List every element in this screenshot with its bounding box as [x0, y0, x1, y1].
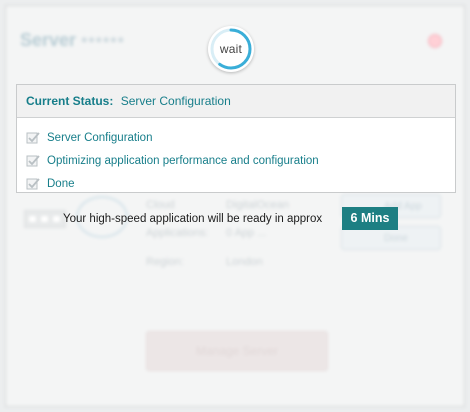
- wait-label: wait: [219, 42, 243, 56]
- step-label: Optimizing application performance and c…: [47, 154, 319, 167]
- server-rack-icon: [24, 210, 66, 228]
- checkbox-checked-icon: [26, 154, 40, 166]
- current-status-panel: Current Status: Server Configuration Ser…: [16, 84, 456, 193]
- checkbox-checked-icon: [26, 177, 40, 189]
- step-label: Server Configuration: [47, 131, 153, 144]
- status-header: Current Status: Server Configuration: [17, 85, 455, 118]
- step-label: Done: [47, 177, 75, 190]
- manage-server-button: Manage Server: [146, 331, 328, 371]
- wait-spinner: wait: [208, 26, 254, 72]
- eta-badge: 6 Mins: [342, 207, 398, 230]
- server-title-text: Server: [20, 30, 77, 50]
- status-dot-icon: [428, 34, 442, 48]
- bg-value-region: London: [226, 256, 263, 268]
- ready-message: Your high-speed application will be read…: [63, 213, 323, 225]
- step-item: Server Configuration: [17, 126, 455, 149]
- checkbox-checked-icon: [26, 131, 40, 143]
- status-steps-list: Server Configuration Optimizing applicat…: [17, 118, 455, 195]
- step-item: Done: [17, 172, 455, 195]
- status-title-value: Server Configuration: [120, 94, 231, 108]
- status-title-key: Current Status:: [26, 94, 114, 108]
- bg-label-region: Region:: [146, 256, 184, 268]
- server-title: Server ••••••: [20, 30, 125, 51]
- server-id: ••••••: [81, 30, 125, 50]
- step-item: Optimizing application performance and c…: [17, 149, 455, 172]
